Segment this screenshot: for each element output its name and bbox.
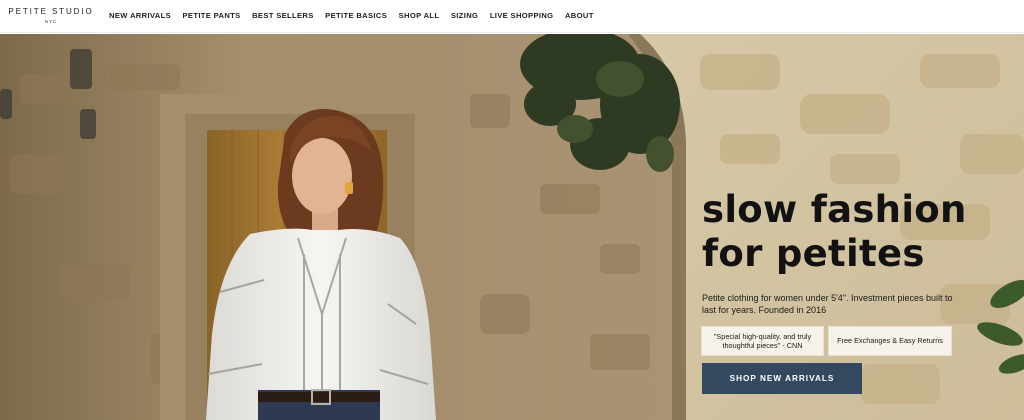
returns-badge-text: Free Exchanges & Easy Returns — [837, 336, 943, 346]
hero-banner: slow fashion for petites Petite clothing… — [0, 34, 1024, 420]
site-header: PETITE STUDIO NYC NEW ARRIVALS PETITE PA… — [0, 0, 1024, 33]
shop-new-arrivals-button[interactable]: SHOP NEW ARRIVALS — [702, 363, 862, 394]
nav-live-shopping[interactable]: LIVE SHOPPING — [490, 11, 554, 21]
main-nav: NEW ARRIVALS PETITE PANTS BEST SELLERS P… — [109, 11, 605, 21]
nav-petite-pants[interactable]: PETITE PANTS — [183, 11, 241, 21]
nav-about[interactable]: ABOUT — [565, 11, 594, 21]
brand-name: PETITE STUDIO — [8, 7, 94, 16]
hero-headline-line2: for petites — [702, 232, 925, 275]
nav-sizing[interactable]: SIZING — [451, 11, 478, 21]
press-quote-badge: "Special high-quality, and truly thought… — [701, 326, 824, 356]
nav-petite-basics[interactable]: PETITE BASICS — [325, 11, 387, 21]
returns-badge: Free Exchanges & Easy Returns — [828, 326, 952, 356]
nav-best-sellers[interactable]: BEST SELLERS — [252, 11, 314, 21]
brand-location: NYC — [44, 19, 58, 24]
press-quote-text: "Special high-quality, and truly thought… — [713, 331, 812, 351]
hero-headline: slow fashion for petites — [702, 188, 1002, 276]
nav-new-arrivals[interactable]: NEW ARRIVALS — [109, 11, 171, 21]
brand-logo[interactable]: PETITE STUDIO NYC — [6, 7, 96, 24]
hero-headline-line1: slow fashion — [702, 188, 967, 231]
nav-shop-all[interactable]: SHOP ALL — [399, 11, 440, 21]
hero-subtext: Petite clothing for women under 5'4". In… — [702, 293, 953, 315]
